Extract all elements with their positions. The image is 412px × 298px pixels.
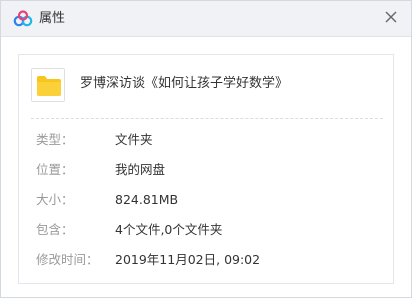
properties-dialog: 属性 罗博深访谈《如何让孩子学好数学》 类型： 文件夹 位置： 我的网盘 大小：… [0,0,412,298]
title-bar[interactable]: 属性 [1,1,411,37]
baidu-netdisk-cloud-icon [13,10,33,28]
property-value: 824.81MB [115,192,179,207]
property-row-location: 位置： 我的网盘 [36,158,376,182]
property-label: 类型： [36,132,74,147]
property-label: 修改时间： [36,252,99,267]
properties-panel: 罗博深访谈《如何让孩子学好数学》 类型： 文件夹 位置： 我的网盘 大小： 82… [18,54,394,284]
file-name: 罗博深访谈《如何让孩子学好数学》 [80,76,289,91]
property-value: 2019年11月02日, 09:02 [115,252,261,267]
window-title: 属性 [39,11,66,26]
property-value: 4个文件,0个文件夹 [115,222,223,237]
property-row-modified: 修改时间： 2019年11月02日, 09:02 [36,248,376,272]
property-row-contains: 包含： 4个文件,0个文件夹 [36,218,376,242]
property-label: 包含： [36,222,74,237]
property-value: 我的网盘 [115,162,166,177]
property-label: 位置： [36,162,74,177]
property-value: 文件夹 [115,132,153,147]
property-label: 大小： [36,192,74,207]
folder-icon [31,68,65,102]
property-row-size: 大小： 824.81MB [36,188,376,212]
divider [31,118,383,119]
property-row-type: 类型： 文件夹 [36,128,376,152]
close-icon[interactable] [381,7,401,27]
